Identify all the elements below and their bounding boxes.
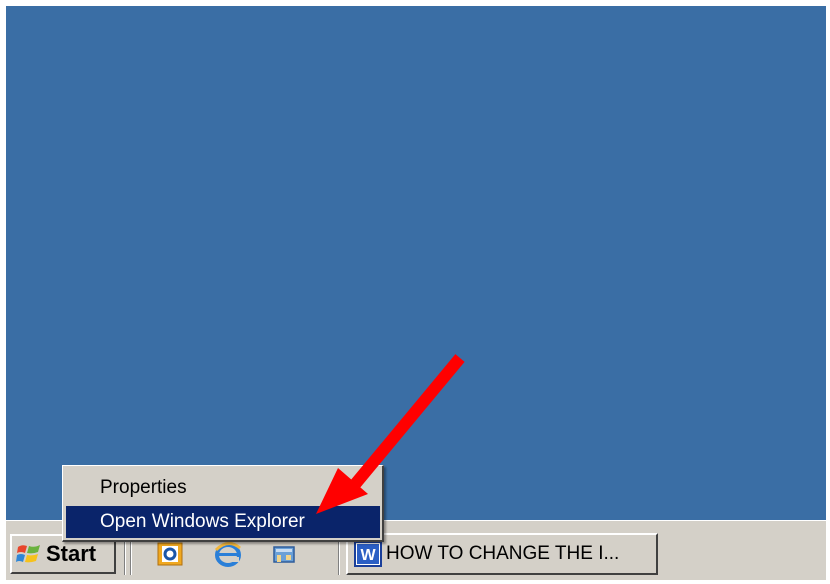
- start-label: Start: [46, 541, 97, 566]
- internet-explorer-icon[interactable]: [214, 540, 242, 568]
- windows-flag-icon: [16, 545, 40, 563]
- svg-text:W: W: [360, 547, 376, 564]
- word-icon: W: [354, 541, 382, 567]
- task-button-word[interactable]: W HOW TO CHANGE THE I...: [346, 533, 658, 575]
- screenshot-frame: Start W HOW TO CHANGE THE I... Propertie…: [0, 0, 830, 584]
- menu-item-label: Properties: [100, 477, 187, 498]
- taskbar-context-menu: Properties Open Windows Explorer: [62, 465, 384, 542]
- menu-item-open-windows-explorer[interactable]: Open Windows Explorer: [66, 506, 380, 538]
- task-button-label: HOW TO CHANGE THE I...: [386, 543, 620, 564]
- desktop-background[interactable]: [6, 6, 826, 520]
- show-desktop-icon[interactable]: [270, 540, 298, 568]
- outlook-icon[interactable]: [156, 540, 184, 568]
- menu-item-properties[interactable]: Properties: [66, 472, 380, 504]
- menu-item-label: Open Windows Explorer: [100, 511, 305, 532]
